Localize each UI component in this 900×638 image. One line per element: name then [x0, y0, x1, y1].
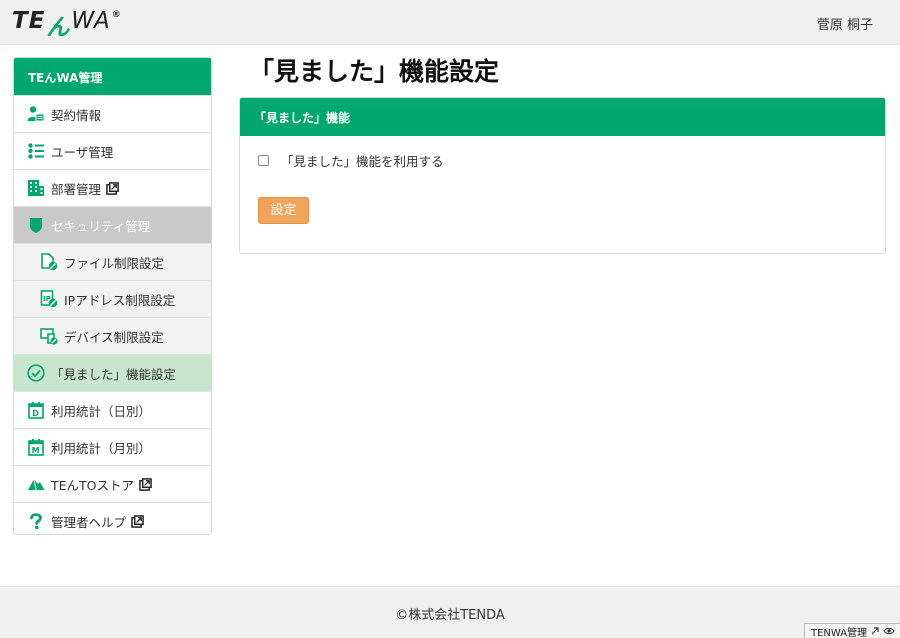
sidebar-item-label: IPアドレス制限設定 [64, 292, 176, 308]
sidebar-item-mimashita[interactable]: 「見ました」機能設定 [14, 354, 211, 391]
corner-tab-label: TENWA管理 [811, 627, 868, 638]
sidebar-item-file-restriction[interactable]: ファイル制限設定 [14, 243, 211, 280]
sidebar-item-label: TEんTOストア [51, 477, 135, 493]
svg-text:D: D [32, 409, 39, 418]
sidebar-item-label: 管理者ヘルプ [51, 514, 127, 530]
shield-icon [30, 218, 42, 233]
sidebar-item-label: 利用統計（月別） [51, 440, 152, 456]
mimashita-enable-checkbox[interactable] [258, 155, 269, 166]
calendar-month-icon: M [28, 439, 44, 456]
sidebar-heading: TEんWA管理 [14, 58, 211, 95]
footer: ©株式会社TENDA TENWA管理 [0, 586, 900, 638]
sidebar-item-label: ファイル制限設定 [64, 255, 165, 271]
question-icon [30, 513, 42, 530]
check-circle-icon [27, 364, 45, 382]
page-title: 「見ました」機能設定 [249, 57, 500, 86]
sidebar-item-label: 部署管理 [51, 181, 102, 197]
sidebar-item-departments[interactable]: 部署管理 [14, 169, 211, 206]
sidebar-item-contract[interactable]: 契約情報 [14, 95, 211, 132]
external-link-icon [139, 477, 152, 491]
sidebar-item-label: セキュリティ管理 [51, 218, 151, 234]
device-restrict-icon [40, 328, 58, 345]
ip-restrict-icon: IP [40, 290, 58, 308]
sidebar-item-admin-help[interactable]: 管理者ヘルプ [14, 502, 211, 534]
external-link-icon [106, 181, 119, 195]
user-name[interactable]: 菅原 桐子 [817, 14, 873, 33]
sidebar-item-label: 契約情報 [51, 107, 102, 123]
sidebar-item-label: ユーザ管理 [51, 144, 114, 160]
sidebar-item-security[interactable]: セキュリティ管理 [14, 206, 211, 243]
sidebar-item-stats-monthly[interactable]: M 利用統計（月別） [14, 428, 211, 465]
sidebar-item-label: デバイス制限設定 [64, 329, 164, 345]
eye-icon[interactable] [883, 626, 895, 636]
file-restrict-icon [41, 253, 58, 271]
building-icon [28, 180, 44, 196]
sidebar-item-tento-store[interactable]: TEんTOストア [14, 465, 211, 502]
mimashita-enable-row[interactable]: 「見ました」機能を利用する [258, 151, 444, 170]
sidebar-item-ip-restriction[interactable]: IP IPアドレス制限設定 [14, 280, 211, 317]
sidebar-item-label: 「見ました」機能設定 [51, 366, 177, 382]
sidebar-item-users[interactable]: ユーザ管理 [14, 132, 211, 169]
pin-icon[interactable] [870, 626, 880, 636]
sidebar-item-stats-daily[interactable]: D 利用統計（日別） [14, 391, 211, 428]
settings-panel: 「見ました」機能 「見ました」機能を利用する 設定 [239, 97, 886, 254]
external-link-icon [131, 514, 144, 528]
calendar-day-icon: D [28, 402, 44, 419]
svg-text:M: M [32, 446, 40, 455]
sidebar-item-device-restriction[interactable]: デバイス制限設定 [14, 317, 211, 354]
panel-heading: 「見ました」機能 [240, 98, 885, 136]
users-list-icon [28, 143, 44, 159]
contract-user-icon [27, 106, 45, 122]
sidebar-item-label: 利用統計（日別） [51, 403, 152, 419]
corner-tab[interactable]: TENWA管理 [804, 623, 900, 638]
copyright: ©株式会社TENDA [395, 608, 505, 623]
top-header: TE ん WA ® 菅原 桐子 [0, 0, 900, 45]
checkbox-label: 「見ました」機能を利用する [281, 154, 444, 169]
sidebar: TEんWA管理 契約情報 ユーザ管理 部署管理 セキュリティ管理 ファイル制限設… [13, 57, 212, 535]
set-button[interactable]: 設定 [258, 197, 309, 224]
cloud-store-icon [28, 478, 45, 491]
tenwa-logo[interactable]: TE ん WA ® [12, 8, 122, 41]
